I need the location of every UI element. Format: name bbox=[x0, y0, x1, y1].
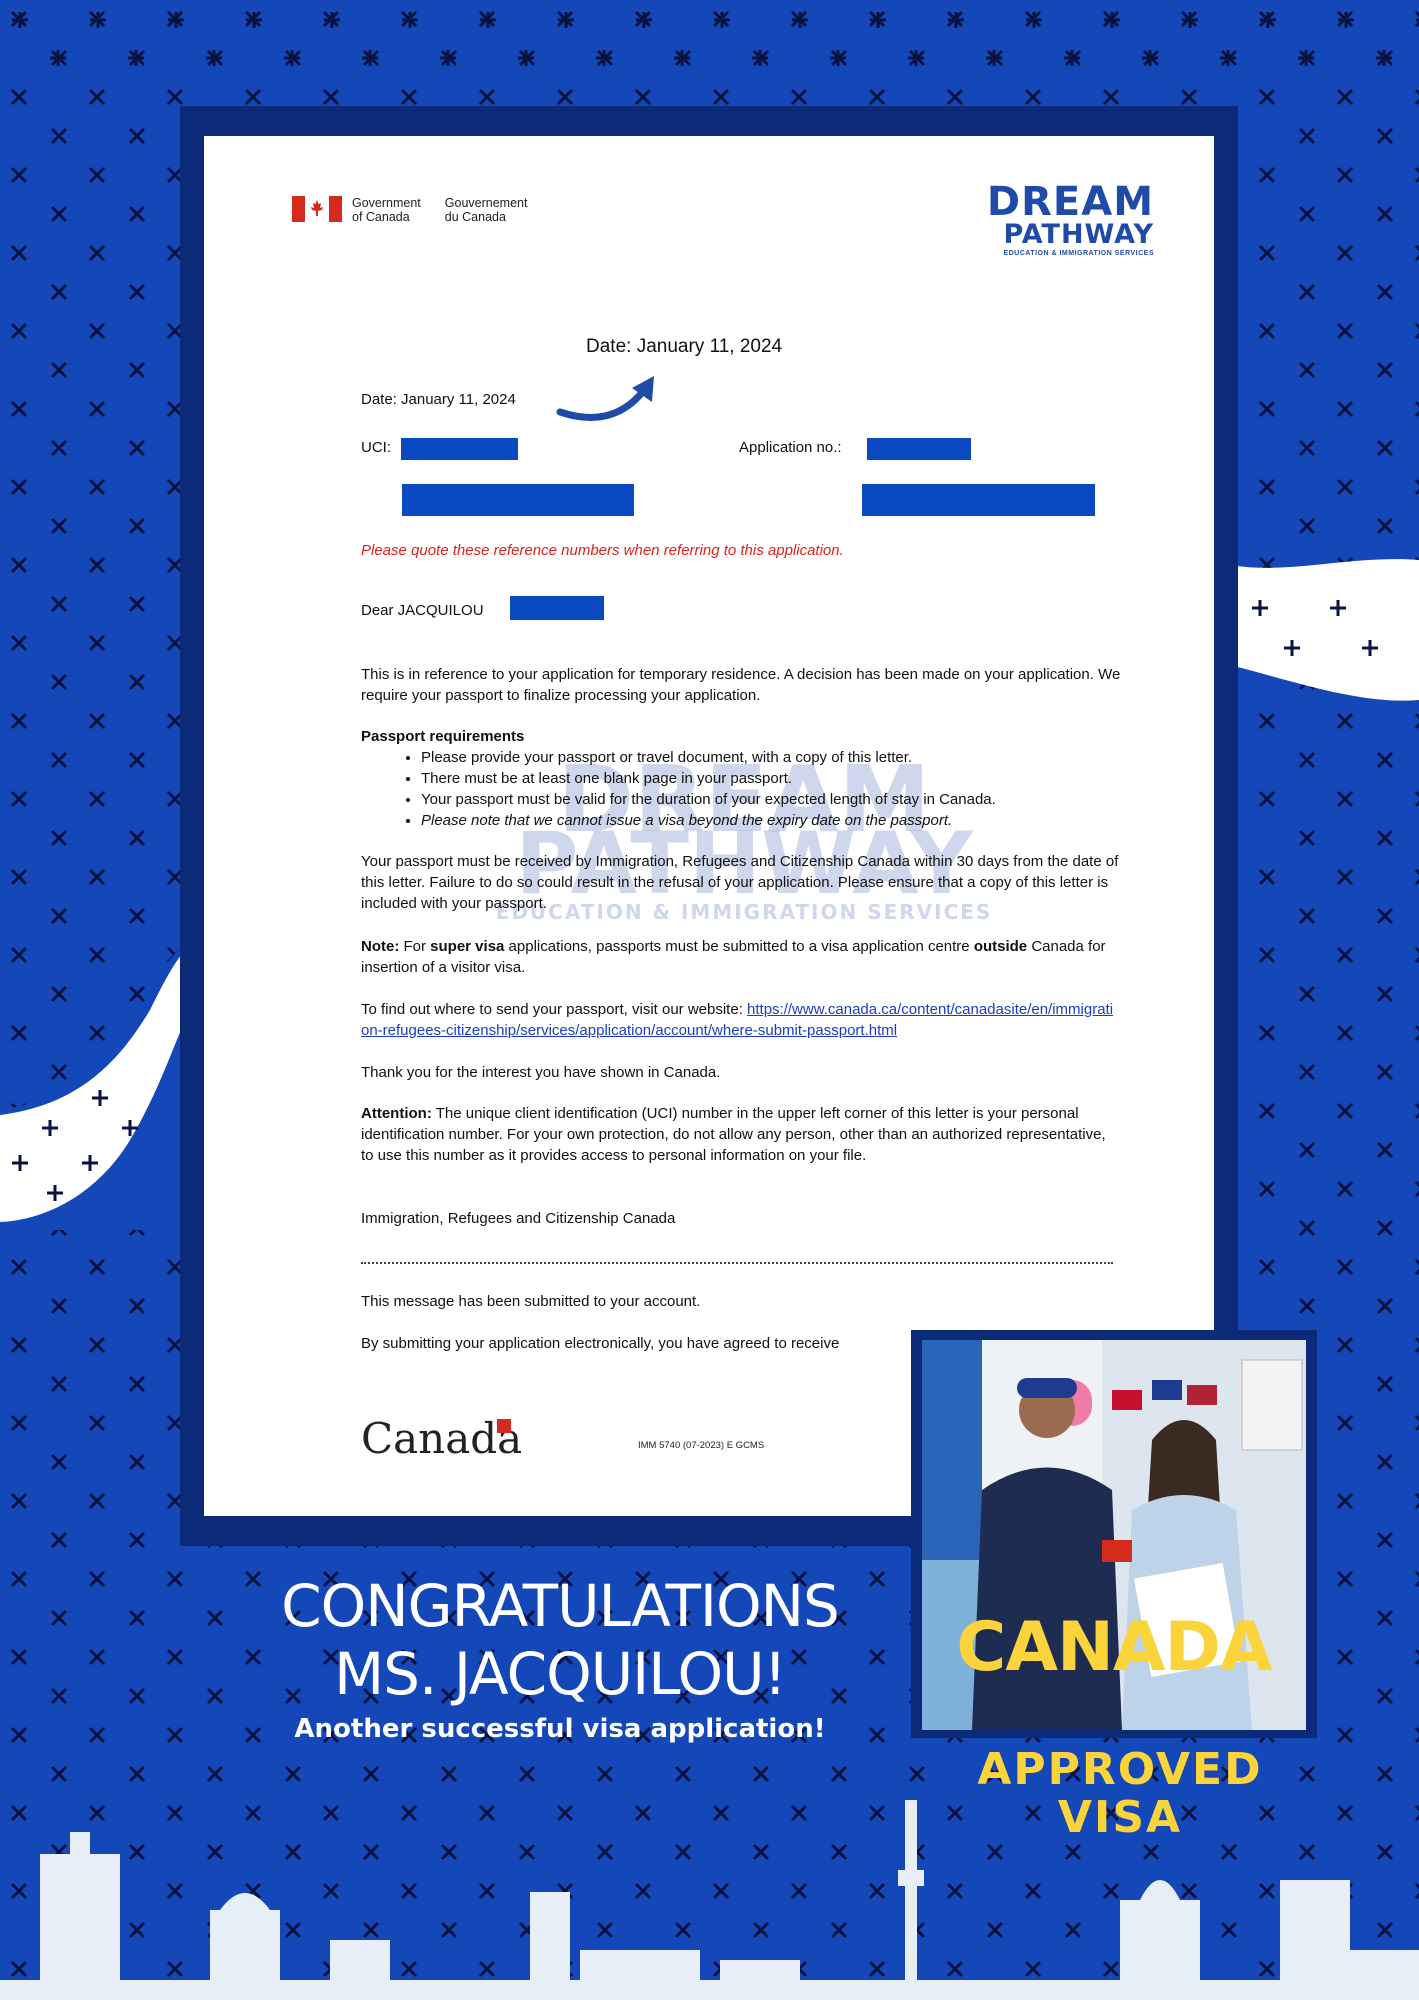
government-of-canada-signature: Government of Canada Gouvernement du Can… bbox=[292, 196, 541, 224]
application-barcode-redaction bbox=[862, 484, 1095, 516]
country-overlay: CANADA bbox=[956, 1608, 1272, 1687]
right-wave-decoration bbox=[1230, 559, 1419, 701]
application-number-label: Application no.: bbox=[739, 439, 842, 456]
list-item: There must be at least one blank page in… bbox=[421, 768, 1121, 789]
note-paragraph: Note: For super visa applications, passp… bbox=[361, 938, 1106, 976]
uci-label: UCI: bbox=[361, 439, 391, 456]
uci-redaction bbox=[401, 438, 518, 460]
passport-requirements-heading: Passport requirements bbox=[361, 728, 525, 745]
date-callout: Date: January 11, 2024 bbox=[586, 336, 783, 357]
headline-line-2: MS. JACQUILOU! bbox=[334, 1640, 787, 1708]
gov-name-french: Gouvernement du Canada bbox=[444, 196, 528, 224]
signoff: Immigration, Refugees and Citizenship Ca… bbox=[361, 1210, 676, 1227]
application-number-redaction bbox=[867, 438, 971, 460]
thank-you-line: Thank you for the interest you have show… bbox=[361, 1064, 721, 1081]
left-wave-decoration bbox=[0, 940, 190, 1230]
dotted-divider bbox=[361, 1262, 1113, 1264]
passport-requirements: Passport requirements Please provide you… bbox=[361, 726, 1121, 831]
requirements-list: Please provide your passport or travel d… bbox=[361, 747, 1121, 831]
attention-paragraph: Attention: The unique client identificat… bbox=[361, 1105, 1106, 1164]
poster: Government of Canada Gouvernement du Can… bbox=[0, 0, 1419, 2000]
curved-arrow-icon bbox=[556, 376, 654, 421]
list-item: Please provide your passport or travel d… bbox=[421, 747, 1121, 768]
submitted-line: This message has been submitted to your … bbox=[361, 1293, 701, 1310]
canada-flag-icon bbox=[292, 196, 342, 222]
form-code: IMM 5740 (07-2023) E GCMS bbox=[638, 1440, 765, 1451]
electronic-consent-line: By submitting your application electroni… bbox=[361, 1335, 840, 1352]
uci-barcode-redaction bbox=[402, 484, 634, 516]
list-item: Please note that we cannot issue a visa … bbox=[421, 810, 1121, 831]
city-skyline-illustration bbox=[0, 1800, 1419, 2000]
reference-notice: Please quote these reference numbers whe… bbox=[361, 542, 844, 559]
canada-wordmark-flag-icon bbox=[497, 1419, 511, 1433]
letter-date: Date: January 11, 2024 bbox=[361, 391, 516, 408]
surname-redaction bbox=[510, 596, 604, 620]
gov-name-english: Government of Canada bbox=[352, 196, 421, 224]
salutation: Dear JACQUILOU bbox=[361, 602, 484, 619]
list-item: Your passport must be valid for the dura… bbox=[421, 789, 1121, 810]
headline-line-1: CONGRATULATIONS bbox=[281, 1572, 840, 1640]
subheadline: Another successful visa application! bbox=[294, 1714, 826, 1744]
visa-letter: Government of Canada Gouvernement du Can… bbox=[204, 136, 1214, 1516]
dream-pathway-logo: DREAM PATHWAY EDUCATION & IMMIGRATION SE… bbox=[986, 179, 1154, 257]
deadline-paragraph: Your passport must be received by Immigr… bbox=[361, 853, 1119, 912]
congratulations-banner: CONGRATULATIONS MS. JACQUILOU! Another s… bbox=[180, 1572, 940, 1744]
reference-paragraph: This is in reference to your application… bbox=[361, 666, 1121, 704]
passport-location-paragraph: To find out where to send your passport,… bbox=[361, 1001, 1114, 1039]
